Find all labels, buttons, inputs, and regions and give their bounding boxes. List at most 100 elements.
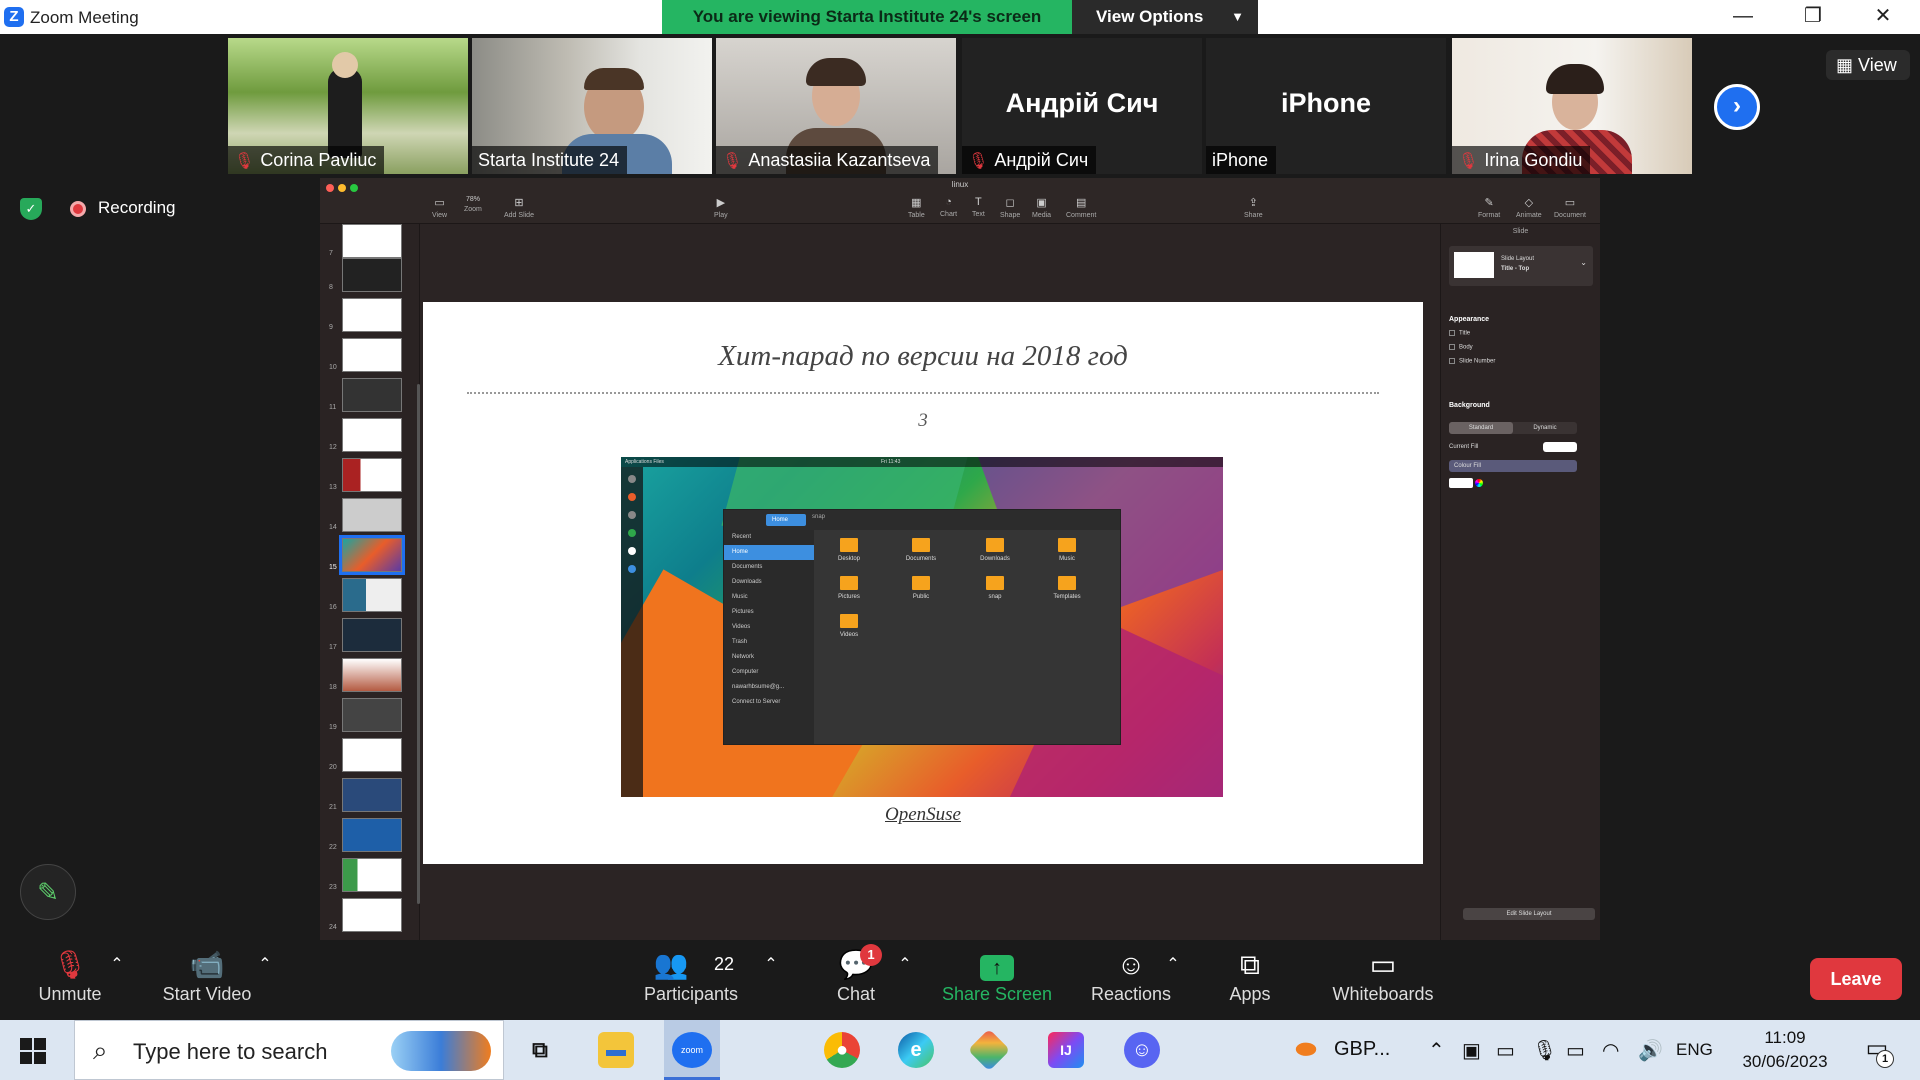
participant-tile[interactable]: Андрій Сич 🎙 Андрій Сич	[962, 38, 1202, 174]
slide-thumbnail[interactable]: 24	[329, 898, 402, 932]
slide-inspector[interactable]: Slide Slide Layout Title - Top ⌄ Appeara…	[1440, 224, 1600, 940]
toolbar-format[interactable]: ✎ Format	[1478, 196, 1500, 219]
encryption-shield-icon[interactable]: ✓	[20, 198, 42, 220]
toolbar-share[interactable]: ⇪ Share	[1244, 196, 1263, 219]
leave-button[interactable]: Leave	[1810, 958, 1902, 1000]
background-segmented-control[interactable]: Standard Dynamic	[1449, 422, 1577, 434]
current-fill-swatch[interactable]	[1543, 442, 1577, 452]
taskbar-clock[interactable]: 11:09 30/06/2023	[1740, 1026, 1830, 1074]
volume-icon[interactable]: 🔊	[1638, 1038, 1663, 1063]
battery-icon[interactable]: ▭	[1566, 1038, 1585, 1063]
toolbar-view[interactable]: ▭ View	[432, 196, 447, 219]
zoom-taskbar-button[interactable]: zoom	[664, 1020, 720, 1080]
slide-thumbnail[interactable]: 19	[329, 698, 402, 732]
slide-thumbnail[interactable]: 20	[329, 738, 402, 772]
current-slide[interactable]: Хит-парад по версии на 2018 год 3 Applic…	[423, 302, 1423, 864]
standard-option[interactable]: Standard	[1449, 422, 1513, 434]
display-icon[interactable]: ▭	[1496, 1038, 1515, 1063]
slide-thumbnail[interactable]: 23	[329, 858, 402, 892]
slide-thumbnail[interactable]: 9	[329, 298, 402, 332]
participant-tile-active-speaker[interactable]: Starta Institute 24	[472, 38, 712, 174]
unmute-button[interactable]: 🎙 Unmute	[20, 940, 120, 1020]
toolbar-zoom[interactable]: 78% Zoom	[464, 196, 482, 213]
currency-widget-icon[interactable]: ⬬	[1288, 1032, 1324, 1068]
slide-thumbnail[interactable]: 14	[329, 498, 402, 532]
slide-layout-picker[interactable]: Slide Layout Title - Top ⌄	[1449, 246, 1593, 286]
chat-options-caret-icon[interactable]: ⌃	[898, 954, 912, 974]
meet-now-icon[interactable]: ▣	[1462, 1038, 1481, 1063]
slide-thumbnail-selected[interactable]: 15	[329, 535, 405, 575]
slide-number-checkbox[interactable]: Slide Number	[1449, 358, 1495, 365]
task-view-icon[interactable]: ⧉	[522, 1032, 558, 1068]
apps-button[interactable]: ⧉ Apps	[1220, 940, 1280, 1020]
toolbar-media[interactable]: ▣ Media	[1032, 196, 1051, 219]
color-wheel-icon[interactable]	[1475, 479, 1483, 487]
toolbar-comment[interactable]: ▤ Comment	[1066, 196, 1096, 219]
body-checkbox[interactable]: Body	[1449, 344, 1473, 351]
slide-thumbnail[interactable]: 11	[329, 378, 402, 412]
participant-tile[interactable]: 🎙 Anastasiia Kazantseva	[716, 38, 956, 174]
participants-options-caret-icon[interactable]: ⌃	[764, 954, 778, 974]
toolbar-table[interactable]: ▦ Table	[908, 196, 925, 219]
slide-navigator[interactable]: 7 8 9 10 11 12 13 14 15 16 17 18 19 20 2…	[320, 224, 420, 940]
slide-thumbnail[interactable]: 21	[329, 778, 402, 812]
audio-options-caret-icon[interactable]: ⌃	[110, 954, 124, 974]
windows-start-icon[interactable]	[20, 1038, 46, 1064]
participant-tile[interactable]: iPhone iPhone	[1206, 38, 1446, 174]
toolbar-document[interactable]: ▭ Document	[1554, 196, 1586, 219]
language-indicator[interactable]: ENG	[1676, 1040, 1713, 1060]
video-options-caret-icon[interactable]: ⌃	[258, 954, 272, 974]
toolbar-add-slide[interactable]: ⊞ Add Slide	[504, 196, 534, 219]
toolbar-animate[interactable]: ◇ Animate	[1516, 196, 1542, 219]
wifi-icon[interactable]: ◠	[1602, 1038, 1619, 1063]
shared-screen[interactable]: linux ▭ View 78% Zoom ⊞ Add Slide ▶ Play ▦ Ta…	[320, 178, 1600, 940]
slide-thumbnail[interactable]: 18	[329, 658, 402, 692]
view-options-button[interactable]: View Options ▼	[1072, 0, 1258, 34]
file-explorer-icon[interactable]: ▬	[598, 1032, 634, 1068]
slide-thumbnail[interactable]: 8	[329, 258, 402, 292]
notifications-icon[interactable]: ▭ 1	[1860, 1034, 1894, 1068]
recording-label[interactable]: Recording	[98, 198, 176, 218]
toolbar-chart[interactable]: ◔ Chart	[940, 196, 957, 218]
navigator-scrollbar[interactable]	[417, 384, 420, 904]
edge-icon[interactable]: e	[898, 1032, 934, 1068]
fill-color-well[interactable]	[1449, 478, 1473, 488]
share-screen-button[interactable]: ↑ Share Screen	[940, 940, 1054, 1020]
slide-canvas[interactable]: Хит-парад по версии на 2018 год 3 Applic…	[423, 224, 1440, 940]
slide-thumbnail[interactable]: 22	[329, 818, 402, 852]
restore-button[interactable]: ❐	[1790, 0, 1836, 34]
edit-slide-layout-button[interactable]: Edit Slide Layout	[1463, 908, 1595, 920]
toolbar-shape[interactable]: ◻ Shape	[1000, 196, 1020, 219]
slide-thumbnail[interactable]: 17	[329, 618, 402, 652]
currency-widget-label[interactable]: GBP...	[1334, 1038, 1390, 1061]
fill-type-select[interactable]: Colour Fill	[1449, 460, 1577, 472]
slide-thumbnail[interactable]: 13	[329, 458, 402, 492]
whiteboards-button[interactable]: ▭ Whiteboards	[1326, 940, 1440, 1020]
taskbar-search-box[interactable]: ⌕ Type here to search	[74, 1020, 504, 1080]
title-checkbox[interactable]: Title	[1449, 330, 1470, 337]
slide-thumbnail[interactable]: 12	[329, 418, 402, 452]
start-video-button[interactable]: 📹 Start Video	[150, 940, 264, 1020]
annotate-pencil-button[interactable]: ✎	[20, 864, 76, 920]
participants-button[interactable]: 👥 22 Participants	[636, 940, 746, 1020]
intellij-icon[interactable]: IJ	[1048, 1032, 1084, 1068]
reactions-button[interactable]: ☺ Reactions	[1086, 940, 1176, 1020]
close-button[interactable]: ✕	[1860, 0, 1906, 34]
microphone-tray-icon[interactable]: 🎙	[1532, 1038, 1557, 1063]
chrome-icon[interactable]: ●	[824, 1032, 860, 1068]
slide-thumbnail[interactable]: 7	[329, 224, 402, 258]
paint-app-icon[interactable]	[967, 1028, 1011, 1072]
dynamic-option[interactable]: Dynamic	[1513, 422, 1577, 434]
chat-button[interactable]: 💬 1 Chat	[820, 940, 892, 1020]
gallery-next-page-button[interactable]: ›	[1714, 84, 1760, 130]
slide-thumbnail[interactable]: 16	[329, 578, 402, 612]
view-button[interactable]: ▦ View	[1826, 50, 1910, 80]
minimize-button[interactable]: —	[1720, 0, 1766, 34]
discord-icon[interactable]: ☺	[1124, 1032, 1160, 1068]
slide-thumbnail[interactable]: 10	[329, 338, 402, 372]
show-hidden-icons-icon[interactable]: ⌃	[1428, 1038, 1445, 1063]
participant-tile[interactable]: 🎙 Irina Gondiu	[1452, 38, 1692, 174]
toolbar-text[interactable]: T Text	[972, 196, 985, 218]
toolbar-play[interactable]: ▶ Play	[714, 196, 728, 219]
participant-tile[interactable]: 🎙 Corina Pavliuc	[228, 38, 468, 174]
